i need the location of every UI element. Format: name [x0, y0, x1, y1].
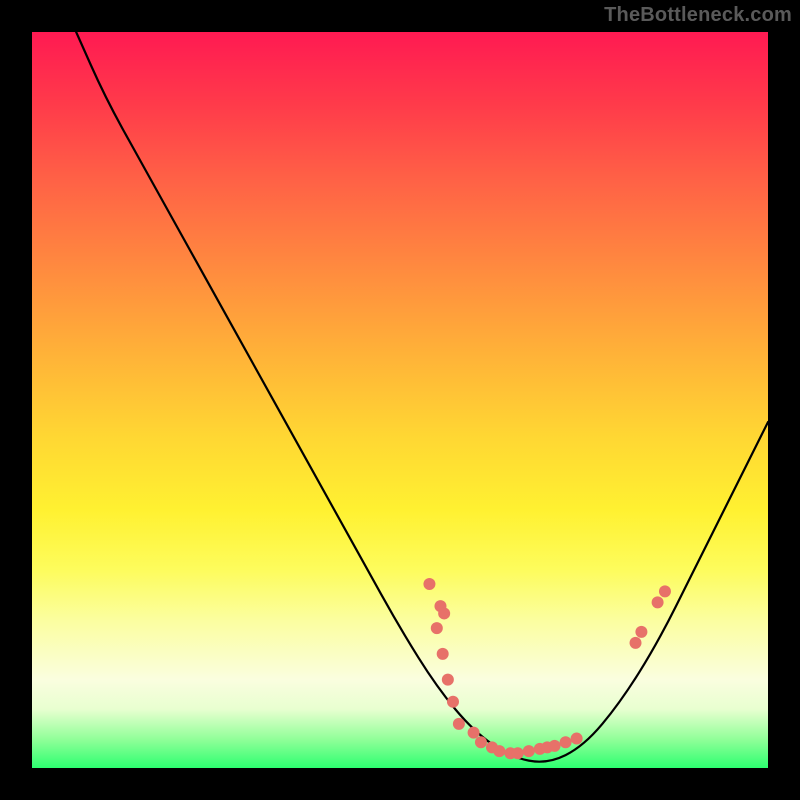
data-point	[486, 741, 498, 753]
data-point	[447, 696, 459, 708]
data-point	[571, 733, 583, 745]
chart-svg	[32, 32, 768, 768]
chart-container: TheBottleneck.com	[0, 0, 800, 800]
data-point	[423, 578, 435, 590]
data-point	[431, 622, 443, 634]
bottleneck-curve-line	[76, 32, 768, 762]
data-point	[434, 600, 446, 612]
data-point	[523, 745, 535, 757]
plot-area	[32, 32, 768, 768]
data-point	[437, 648, 449, 660]
data-point	[560, 736, 572, 748]
data-point	[453, 718, 465, 730]
data-point	[630, 637, 642, 649]
data-point	[493, 745, 505, 757]
data-point	[475, 736, 487, 748]
data-point	[659, 585, 671, 597]
data-point	[635, 626, 647, 638]
data-points-scatter	[423, 578, 671, 759]
watermark-text: TheBottleneck.com	[604, 4, 792, 27]
data-point	[468, 727, 480, 739]
data-point	[652, 596, 664, 608]
data-point	[438, 607, 450, 619]
data-point	[512, 747, 524, 759]
data-point	[534, 743, 546, 755]
data-point	[541, 741, 553, 753]
data-point	[504, 747, 516, 759]
data-point	[442, 674, 454, 686]
data-point	[549, 740, 561, 752]
